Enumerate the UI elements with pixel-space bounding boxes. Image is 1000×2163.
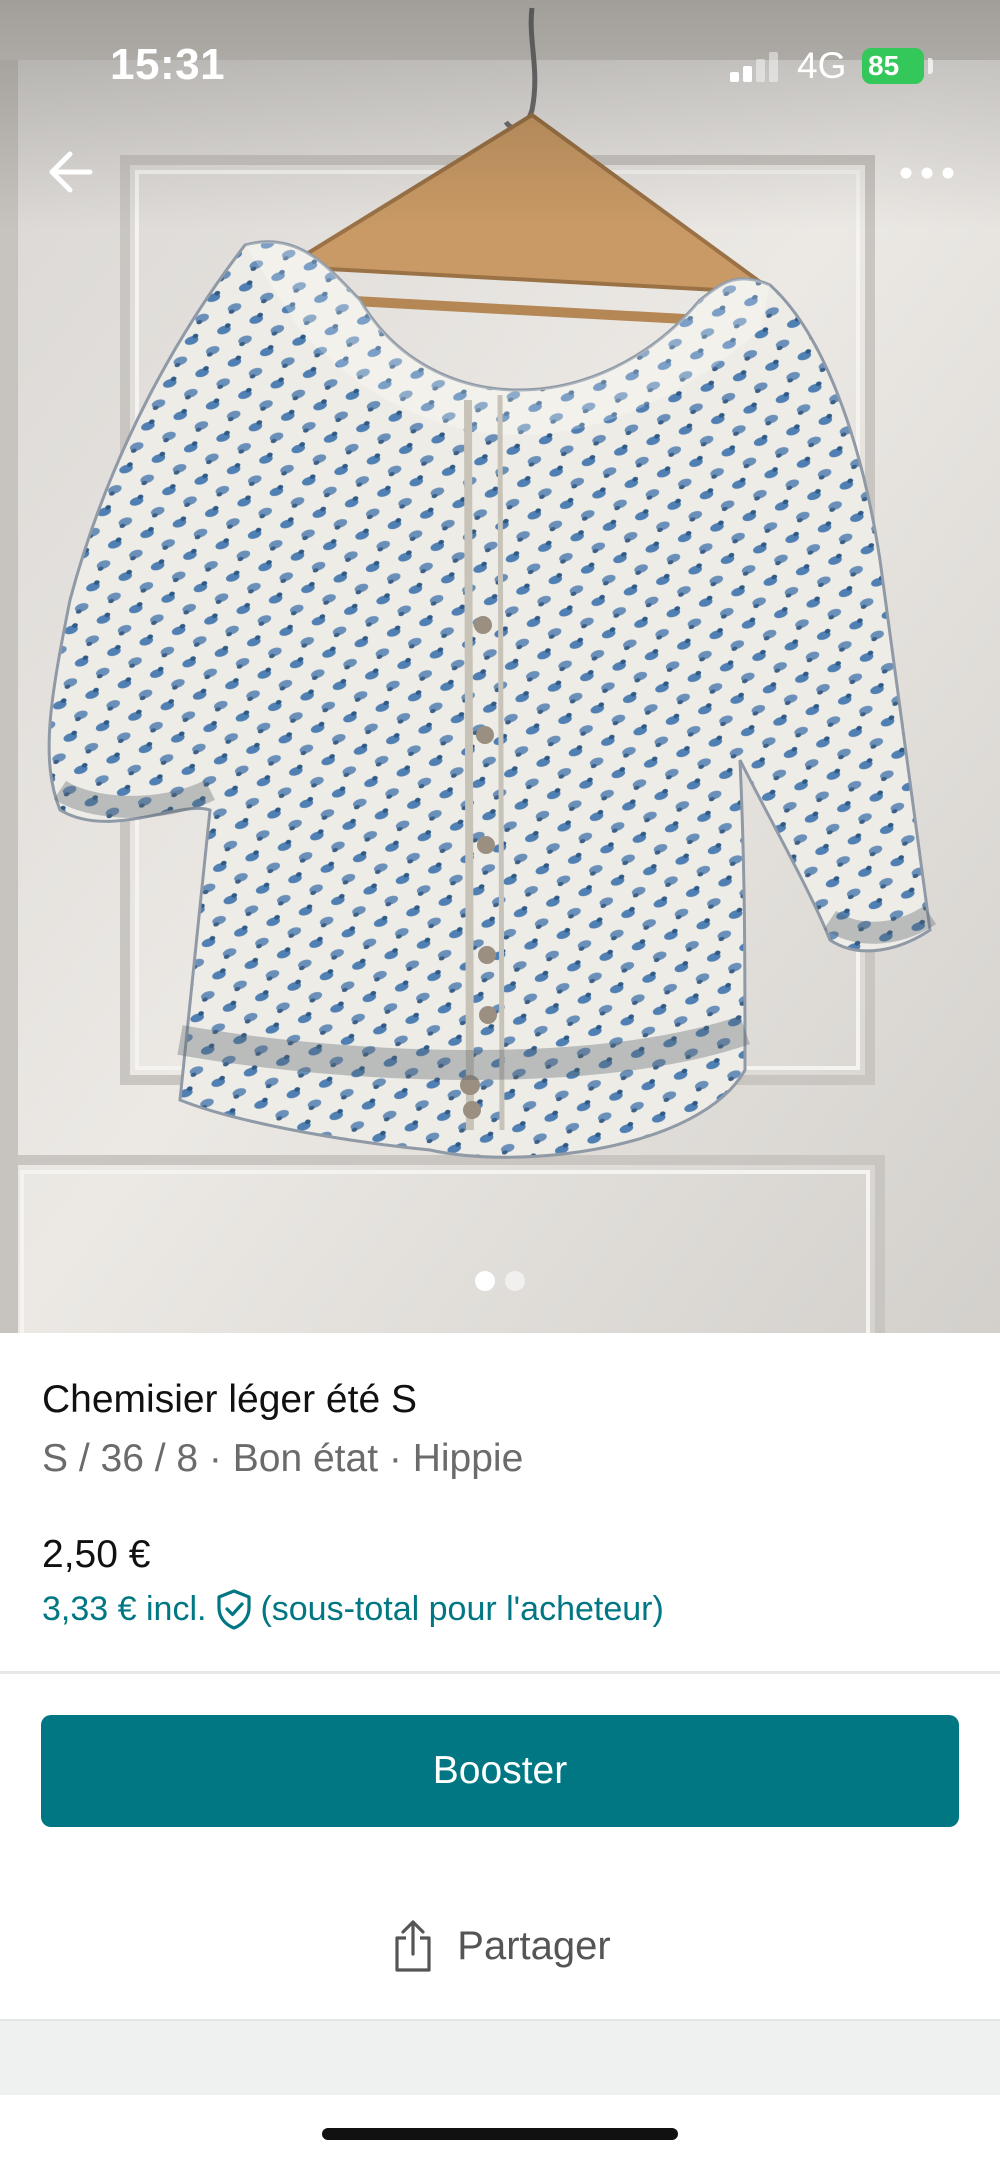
item-details: S / 36 / 8 · Bon état · Hippie bbox=[42, 1437, 524, 1480]
more-options-button[interactable] bbox=[898, 158, 958, 188]
more-dots-icon bbox=[900, 167, 954, 179]
battery-icon: 85 bbox=[862, 48, 924, 84]
item-screen: 15:31 4G 85 Chemisier léger été S S / 36… bbox=[0, 0, 1000, 2163]
share-label: Partager bbox=[457, 1923, 611, 1968]
product-photo[interactable]: 15:31 4G 85 bbox=[0, 0, 1000, 1333]
battery-level: 85 bbox=[868, 50, 900, 81]
status-time: 15:31 bbox=[110, 40, 226, 89]
back-button[interactable] bbox=[44, 146, 96, 198]
back-arrow-icon bbox=[49, 151, 93, 193]
share-button[interactable]: Partager bbox=[0, 1910, 1000, 1982]
home-indicator[interactable] bbox=[322, 2128, 678, 2140]
photo-page-indicator bbox=[0, 1271, 1000, 1291]
booster-button[interactable]: Booster bbox=[41, 1715, 959, 1827]
bottom-section-band bbox=[0, 2019, 1000, 2095]
price-incl-note: (sous-total pour l'acheteur) bbox=[260, 1590, 664, 1628]
item-info: Chemisier léger été S S / 36 / 8 · Bon é… bbox=[42, 1370, 962, 1488]
network-type: 4G bbox=[797, 45, 847, 86]
item-title: Chemisier léger été S bbox=[42, 1378, 417, 1421]
divider bbox=[0, 1671, 1000, 1674]
status-bar: 15:31 4G 85 bbox=[0, 0, 1000, 130]
shield-check-icon bbox=[217, 1589, 252, 1630]
price-incl-amount: 3,33 € incl. bbox=[42, 1590, 207, 1628]
blouse-photo-illustration bbox=[0, 0, 1000, 1333]
share-icon bbox=[395, 1920, 431, 1972]
item-price: 2,50 € bbox=[42, 1533, 151, 1576]
page-dot-1[interactable] bbox=[475, 1271, 495, 1291]
battery-tip bbox=[928, 58, 933, 74]
cellular-signal-icon bbox=[730, 52, 782, 82]
page-dot-2[interactable] bbox=[505, 1271, 525, 1291]
buyer-protection-price[interactable]: 3,33 € incl. (sous-total pour l'acheteur… bbox=[42, 1580, 664, 1638]
